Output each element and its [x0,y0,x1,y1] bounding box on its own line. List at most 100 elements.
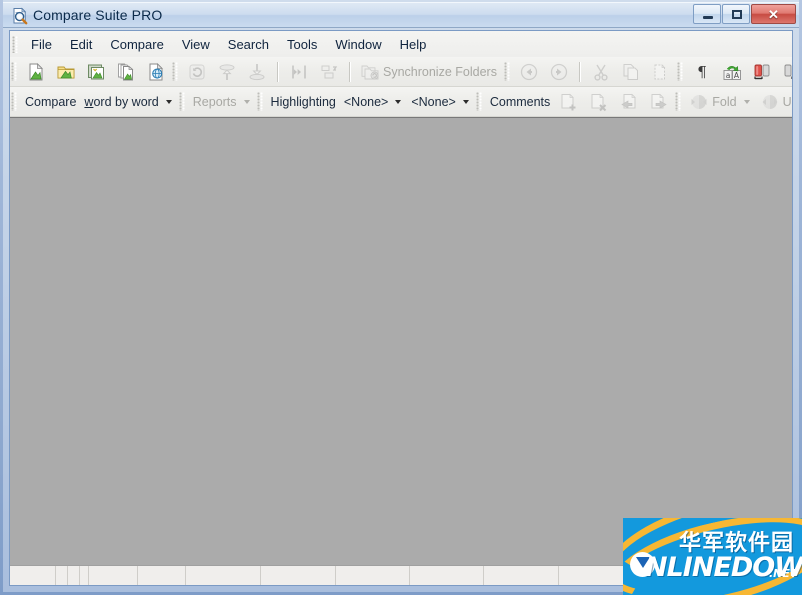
add-comment-icon [561,93,576,110]
cut-icon [594,64,608,81]
next-comment-button[interactable] [644,89,674,115]
unfold-dropdown[interactable]: Unfold [756,89,792,115]
status-pane-6 [138,566,186,585]
menu-search[interactable]: Search [219,33,278,56]
compare-multiple-files-button[interactable] [111,59,141,85]
add-comment-button[interactable] [554,89,584,115]
delete-comment-icon [591,93,607,111]
main-toolbar-grip-3[interactable] [503,62,511,81]
compare-web-page-icon [149,62,163,80]
menu-tools[interactable]: Tools [278,33,326,56]
menu-window[interactable]: Window [326,33,390,56]
reports-label: Reports [192,94,237,109]
highlighting-label: Highlighting [270,94,336,109]
copy-button[interactable] [616,59,646,85]
refresh-compare-button[interactable] [182,59,212,85]
compare-toolbar-grip[interactable] [11,92,18,111]
status-pane-4 [80,566,89,585]
next-difference-button[interactable] [314,59,344,85]
replace-text-button[interactable]: a A [717,59,747,85]
compare-mode-dropdown[interactable]: word by word [80,89,177,115]
synchronize-folders-icon [361,65,379,79]
close-icon: ✕ [768,7,779,22]
svg-text:A: A [734,71,740,80]
menu-help[interactable]: Help [391,33,436,56]
compare-multiple-files-icon [118,63,134,80]
menu-view[interactable]: View [173,33,219,56]
fold-dropdown[interactable]: Fold [685,89,755,115]
toolbar-separator-1 [277,61,279,82]
menu-edit[interactable]: Edit [61,33,101,56]
status-pane-9 [336,566,410,585]
minimize-button[interactable] [693,4,721,24]
show-paragraph-marks-button[interactable]: ¶ [687,59,717,85]
menu-compare[interactable]: Compare [101,33,172,56]
status-pane-10 [410,566,484,585]
navigate-back-button[interactable] [514,59,544,85]
unfold-label: Unfold [782,94,792,109]
document-workspace[interactable] [10,117,792,565]
chevron-down-icon [743,99,750,104]
compare-windows-button[interactable] [81,59,111,85]
open-folder-compare-button[interactable] [51,59,81,85]
open-folder-compare-icon [57,66,75,78]
new-file-compare-icon [29,62,43,80]
chevron-down-icon [395,99,402,104]
highlight-left-dropdown[interactable]: <None> [340,89,407,115]
copy-icon [623,63,638,80]
application-window: Compare Suite PRO ✕ File Edit Compare Vi… [0,0,802,595]
copy-right-block-button[interactable] [777,59,792,85]
main-toolbar-grip-2[interactable] [172,62,179,81]
svg-text:¶: ¶ [697,63,707,81]
upload-ftp-button[interactable] [212,59,242,85]
compare-mode-value: word by word [84,94,159,109]
compare-toolbar-grip-3[interactable] [256,92,264,111]
compare-toolbar-grip-4[interactable] [475,92,483,111]
close-button[interactable]: ✕ [751,4,796,24]
cut-button[interactable] [586,59,616,85]
paste-button[interactable] [646,59,676,85]
status-pane-2 [56,566,68,585]
reports-dropdown[interactable]: Reports [189,89,256,115]
previous-difference-button[interactable] [284,59,314,85]
watermark-tld-text: .NET [769,567,798,580]
maximize-icon [732,10,742,19]
previous-difference-icon [292,65,306,78]
toolbar-separator-3 [578,61,581,82]
highlight-left-value: <None> [343,94,389,109]
main-toolbar: Synchronize Folders ¶ a A [10,57,792,87]
compare-toolbar-grip-2[interactable] [178,92,186,111]
highlight-right-dropdown[interactable]: <None> [407,89,474,115]
compare-toolbar: Compare word by word Reports Highlightin… [10,87,792,117]
compare-toolbar-grip-5[interactable] [675,92,683,111]
menubar-grip[interactable] [12,35,19,53]
copy-right-block-icon [784,64,792,79]
maximize-button[interactable] [722,4,750,24]
chevron-down-icon [243,99,250,104]
window-title: Compare Suite PRO [33,7,163,23]
highlight-right-value: <None> [411,94,456,109]
status-pane-1 [10,566,56,585]
fold-label: Fold [712,94,737,109]
client-area: File Edit Compare View Search Tools Wind… [9,30,793,586]
synchronize-folders-button[interactable]: Synchronize Folders [356,59,503,85]
title-bar[interactable]: Compare Suite PRO ✕ [3,2,799,28]
download-ftp-button[interactable] [242,59,272,85]
copy-left-block-button[interactable] [747,59,777,85]
pilcrow-icon: ¶ [697,63,707,81]
main-toolbar-grip-4[interactable] [676,62,684,81]
delete-comment-button[interactable] [584,89,614,115]
compare-web-page-button[interactable] [141,59,171,85]
toolbar-separator-2 [349,61,351,82]
menu-file[interactable]: File [22,33,61,56]
status-pane-7 [186,566,261,585]
synchronize-folders-label: Synchronize Folders [383,64,497,79]
refresh-compare-icon [189,64,205,79]
next-difference-icon [321,65,338,78]
previous-comment-button[interactable] [614,89,644,115]
copy-left-block-icon [754,64,770,79]
main-toolbar-grip[interactable] [11,62,18,81]
new-file-compare-button[interactable] [21,59,51,85]
paste-icon [654,63,666,79]
navigate-forward-button[interactable] [544,59,574,85]
